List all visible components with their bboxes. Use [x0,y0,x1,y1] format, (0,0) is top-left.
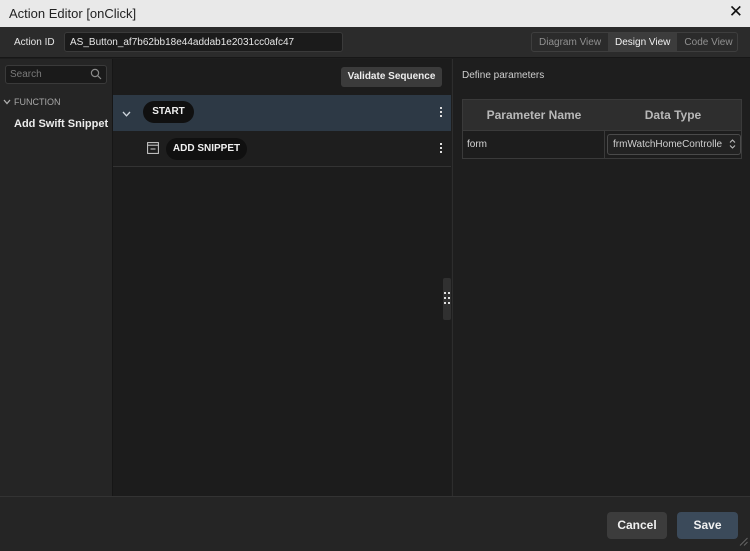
kebab-menu-icon[interactable] [436,105,446,121]
parameters-panel: Define parameters Parameter Name Data Ty… [452,59,750,496]
action-id-label: Action ID [14,37,55,48]
function-group-header[interactable]: FUNCTION [3,97,61,107]
sequence-panel: Validate Sequence START ADD SNIPPET [113,59,451,496]
start-node[interactable]: START [143,101,194,123]
title-bar: Action Editor [onClick] ✕ [0,0,750,27]
parameters-table: Parameter Name Data Type form frmWatchHo… [462,99,742,159]
data-type-value: frmWatchHomeControlle [613,139,723,150]
window-title: Action Editor [onClick] [9,6,137,21]
function-group-label: FUNCTION [14,97,61,107]
cancel-button[interactable]: Cancel [607,512,667,539]
chevron-down-icon [3,97,11,107]
sidebar-item-add-swift-snippet[interactable]: Add Swift Snippet [14,118,108,130]
validate-sequence-button[interactable]: Validate Sequence [341,67,442,87]
tab-code-view[interactable]: Code View [677,33,737,51]
resize-grip-icon[interactable] [738,536,748,549]
search-icon[interactable] [90,68,102,83]
search-box [5,65,107,84]
view-switcher: Diagram View Design View Code View [531,32,738,52]
table-row: form frmWatchHomeControlle [463,130,741,158]
close-icon[interactable]: ✕ [729,3,743,21]
data-type-select[interactable]: frmWatchHomeControlle [607,134,741,155]
parameter-name-cell: form [463,131,605,158]
search-input[interactable] [6,66,86,83]
save-button[interactable]: Save [677,512,738,539]
data-type-cell: frmWatchHomeControlle [605,131,741,158]
snippet-icon [147,142,159,157]
snippet-row[interactable]: ADD SNIPPET [113,131,451,167]
dialog-footer: Cancel Save [0,496,750,551]
column-header-parameter-name: Parameter Name [486,108,582,122]
start-row[interactable]: START [113,95,451,131]
action-id-field[interactable]: AS_Button_af7b62bb18e44addab1e2031cc0afc… [64,32,343,52]
table-header: Parameter Name Data Type [463,100,741,130]
parameters-title: Define parameters [462,70,545,81]
drag-handle-icon[interactable] [443,278,451,320]
add-snippet-node[interactable]: ADD SNIPPET [166,138,247,160]
kebab-menu-icon[interactable] [436,141,446,157]
snippet-sidebar: FUNCTION Add Swift Snippet [0,59,113,496]
column-header-data-type: Data Type [644,108,702,122]
tab-diagram-view[interactable]: Diagram View [532,33,608,51]
chevron-down-icon[interactable] [122,108,131,120]
select-arrows-icon [729,138,736,154]
tab-design-view[interactable]: Design View [608,33,678,51]
action-id-bar: Action ID AS_Button_af7b62bb18e44addab1e… [0,27,750,58]
